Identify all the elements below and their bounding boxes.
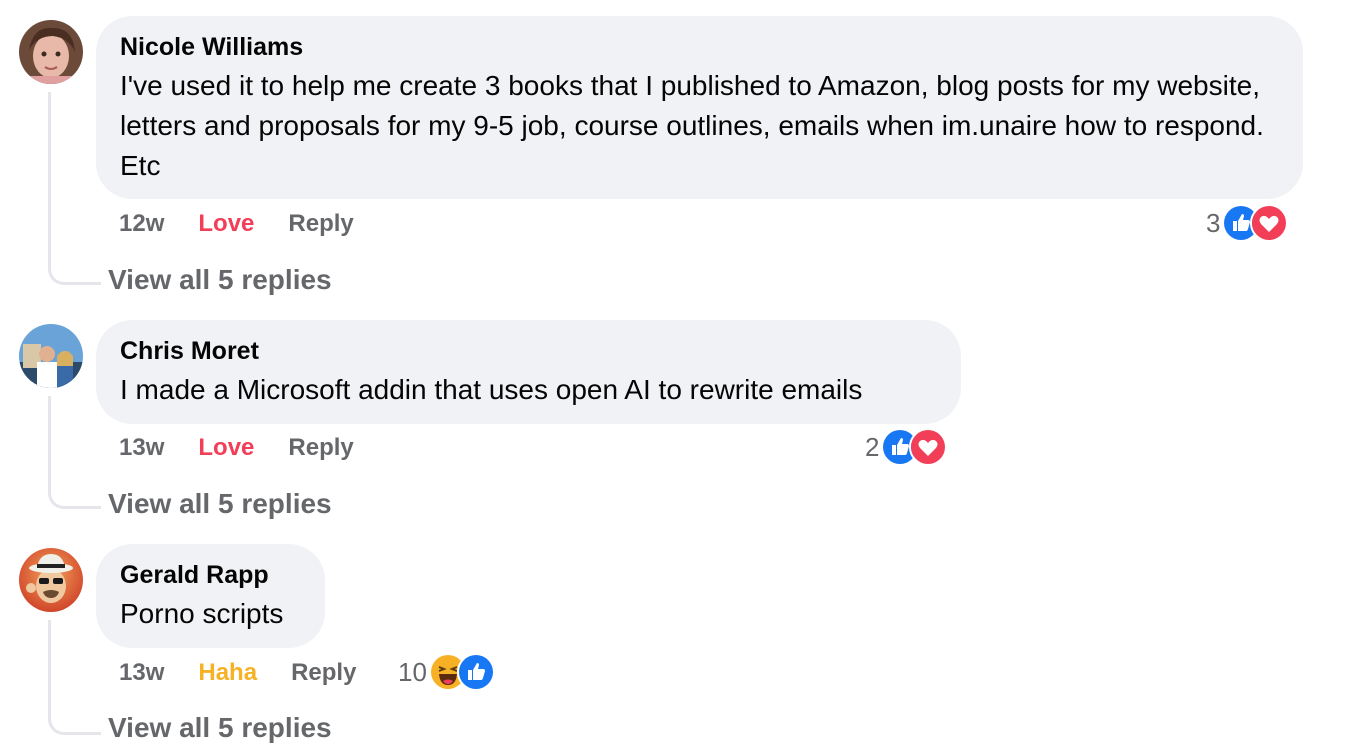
reaction-count: 10 — [398, 656, 427, 687]
love-reaction-button[interactable]: Love — [198, 210, 254, 238]
reply-button[interactable]: Reply — [288, 210, 353, 238]
reaction-summary[interactable]: 10 — [398, 653, 495, 691]
reaction-summary[interactable]: 2 — [865, 428, 948, 466]
love-reaction-button[interactable]: Love — [198, 434, 254, 462]
avatar[interactable] — [19, 324, 83, 388]
comment-author[interactable]: Nicole Williams — [120, 32, 1279, 62]
comment-bubble: Gerald Rapp Porno scripts — [96, 544, 325, 648]
reaction-summary[interactable]: 3 — [1206, 204, 1289, 242]
thread-connector — [48, 620, 101, 735]
comment-timestamp[interactable]: 12w — [119, 210, 164, 238]
love-icon — [909, 428, 948, 466]
comment-text: I made a Microsoft addin that uses open … — [120, 374, 863, 405]
avatar[interactable] — [19, 548, 83, 612]
comment-actions: 12w Love Reply — [119, 210, 354, 238]
haha-reaction-button[interactable]: Haha — [198, 659, 257, 687]
comment-text: I've used it to help me create 3 books t… — [120, 70, 1264, 181]
view-replies-link[interactable]: View all 5 replies — [108, 264, 332, 296]
comment-bubble: Nicole Williams I've used it to help me … — [96, 16, 1303, 199]
comment-actions: 13w Haha Reply — [119, 659, 356, 687]
comment-author[interactable]: Gerald Rapp — [120, 560, 301, 590]
like-icon — [456, 653, 495, 691]
comment-bubble: Chris Moret I made a Microsoft addin tha… — [96, 320, 961, 424]
comment-actions: 13w Love Reply — [119, 434, 354, 462]
comment-text: Porno scripts — [120, 598, 284, 629]
comment-timestamp[interactable]: 13w — [119, 434, 164, 462]
view-replies-link[interactable]: View all 5 replies — [108, 712, 332, 744]
reply-button[interactable]: Reply — [288, 434, 353, 462]
thread-connector — [48, 92, 101, 285]
comment-author[interactable]: Chris Moret — [120, 336, 937, 366]
view-replies-link[interactable]: View all 5 replies — [108, 488, 332, 520]
reaction-count: 3 — [1206, 207, 1221, 238]
comment-timestamp[interactable]: 13w — [119, 659, 164, 687]
avatar[interactable] — [19, 20, 83, 84]
reply-button[interactable]: Reply — [291, 659, 356, 687]
thread-connector — [48, 396, 101, 509]
reaction-count: 2 — [865, 431, 880, 462]
love-icon — [1250, 204, 1289, 242]
